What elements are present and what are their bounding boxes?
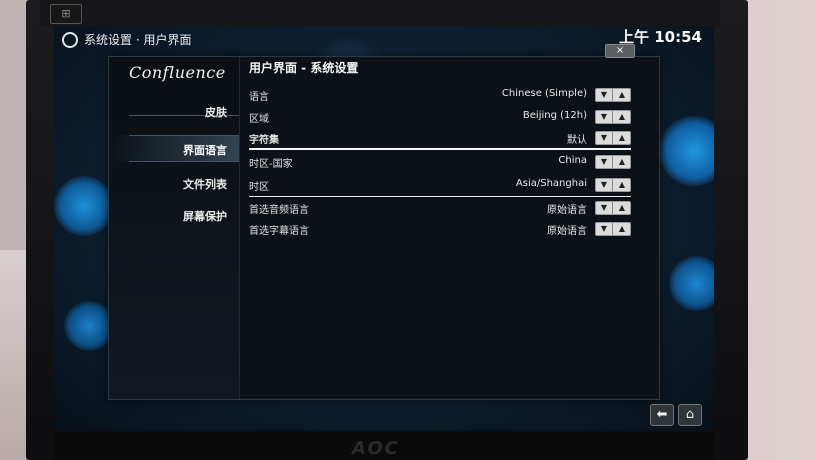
value-spinner: ▼ ▲ <box>595 88 631 102</box>
spinner-down-icon[interactable]: ▼ <box>596 179 613 191</box>
setting-row-region[interactable]: 区域 Beijing (12h) ▼ ▲ <box>249 107 631 127</box>
value-spinner: ▼ ▲ <box>595 110 631 124</box>
sidebar-item-skin[interactable]: 皮肤 <box>205 104 227 120</box>
setting-value: 原始语言 <box>547 226 587 237</box>
sidebar-item-screensaver[interactable]: 屏幕保护 <box>183 208 227 224</box>
divider <box>249 196 631 197</box>
setting-label: 字符集 <box>249 135 279 146</box>
bokeh-light <box>659 116 714 186</box>
setting-row-timezone-country[interactable]: 时区-国家 China ▼ ▲ <box>249 152 631 172</box>
spinner-up-icon[interactable]: ▲ <box>614 223 630 235</box>
spinner-down-icon[interactable]: ▼ <box>596 111 613 123</box>
setting-label: 时区-国家 <box>249 159 293 170</box>
setting-label: 首选音频语言 <box>249 205 309 216</box>
sidebar-item-interface-language[interactable]: 界面语言 <box>183 142 227 158</box>
monitor-top <box>40 0 720 26</box>
value-spinner: ▼ ▲ <box>595 222 631 236</box>
spinner-up-icon[interactable]: ▲ <box>614 132 630 144</box>
breadcrumb: 系统设置 · 用户界面 <box>84 33 192 47</box>
spinner-down-icon[interactable]: ▼ <box>596 89 613 101</box>
sidebar-item-file-list[interactable]: 文件列表 <box>183 176 227 192</box>
setting-value: Beijing (12h) <box>522 110 587 121</box>
spinner-down-icon[interactable]: ▼ <box>596 202 613 214</box>
value-spinner: ▼ ▲ <box>595 178 631 192</box>
setting-row-timezone[interactable]: 时区 Asia/Shanghai ▼ ▲ <box>249 175 631 195</box>
screen: 系统设置 · 用户界面 上午 10:54 Confluence 皮肤 界面语言 … <box>54 26 714 430</box>
monitor-brand-logo: AOC <box>352 438 400 459</box>
divider <box>129 161 239 162</box>
spinner-down-icon[interactable]: ▼ <box>596 132 613 144</box>
setting-label: 首选字幕语言 <box>249 226 309 237</box>
home-icon[interactable]: ⌂ <box>678 404 702 426</box>
bokeh-light <box>669 256 714 311</box>
windows-logo-icon: ⊞ <box>50 4 82 24</box>
settings-dialog: Confluence 皮肤 界面语言 文件列表 屏幕保护 用户界面 - 系统设置… <box>108 56 660 400</box>
back-icon[interactable]: ⬅ <box>650 404 674 426</box>
value-spinner: ▼ ▲ <box>595 201 631 215</box>
settings-icon <box>62 32 78 48</box>
spinner-up-icon[interactable]: ▲ <box>614 111 630 123</box>
spinner-up-icon[interactable]: ▲ <box>614 179 630 191</box>
setting-label: 时区 <box>249 182 269 193</box>
spinner-up-icon[interactable]: ▲ <box>614 156 630 168</box>
spinner-down-icon[interactable]: ▼ <box>596 223 613 235</box>
setting-value: China <box>558 155 587 166</box>
confluence-logo: Confluence <box>129 63 226 82</box>
spinner-down-icon[interactable]: ▼ <box>596 156 613 168</box>
sidebar: Confluence 皮肤 界面语言 文件列表 屏幕保护 <box>109 57 240 399</box>
setting-row-charset[interactable]: 字符集 默认 ▼ ▲ <box>249 128 631 150</box>
spinner-up-icon[interactable]: ▲ <box>614 202 630 214</box>
dialog-title: 用户界面 - 系统设置 <box>249 61 359 75</box>
setting-row-subtitle-language[interactable]: 首选字幕语言 原始语言 ▼ ▲ <box>249 219 631 239</box>
setting-label: 区域 <box>249 114 269 125</box>
bokeh-light <box>54 176 114 236</box>
setting-value: Asia/Shanghai <box>515 178 587 189</box>
setting-value: 原始语言 <box>547 205 587 216</box>
setting-value: Chinese (Simple) <box>501 88 587 99</box>
setting-row-audio-language[interactable]: 首选音频语言 原始语言 ▼ ▲ <box>249 198 631 218</box>
setting-label: 语言 <box>249 92 269 103</box>
spinner-up-icon[interactable]: ▲ <box>614 89 630 101</box>
setting-row-language[interactable]: 语言 Chinese (Simple) ▼ ▲ <box>249 85 631 105</box>
setting-value: 默认 <box>567 135 587 146</box>
divider <box>129 135 239 136</box>
value-spinner: ▼ ▲ <box>595 131 631 145</box>
value-spinner: ▼ ▲ <box>595 155 631 169</box>
close-button[interactable]: × <box>605 44 635 58</box>
bokeh-light <box>64 301 114 351</box>
